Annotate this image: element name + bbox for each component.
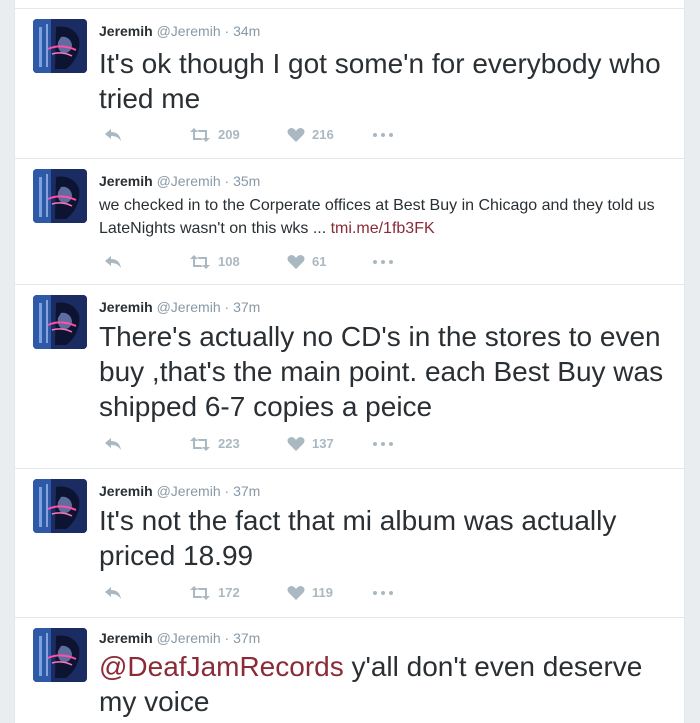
more-icon — [372, 589, 394, 597]
tweet-header: Jeremih @Jeremih · 37m — [99, 482, 260, 500]
profile-avatar[interactable] — [33, 479, 87, 533]
tweet-actions: 108 61 — [99, 251, 429, 273]
tweet-header: Jeremih @Jeremih · 37m — [99, 298, 260, 316]
like-button[interactable]: 119 — [287, 582, 333, 604]
retweet-icon — [189, 585, 211, 601]
tweet-time[interactable]: 35m — [233, 173, 260, 189]
reply-button[interactable] — [103, 582, 123, 604]
tweet-header: Jeremih @Jeremih · 37m — [99, 629, 260, 647]
profile-avatar[interactable] — [33, 628, 87, 682]
timeline: Jeremih @Jeremih · 34m It's ok though I … — [14, 0, 685, 723]
tweet-text-content: There's actually no CD's in the stores t… — [99, 321, 664, 422]
meta-separator: · — [224, 23, 230, 39]
heart-icon — [287, 585, 305, 601]
reply-icon — [103, 585, 123, 601]
tweet[interactable]: Jeremih @Jeremih · 37m @DeafJamRecords y… — [15, 618, 684, 723]
tweet-time[interactable]: 37m — [233, 299, 260, 315]
retweet-count: 172 — [218, 585, 240, 600]
tweet-text: It's ok though I got some'n for everybod… — [99, 46, 669, 116]
reply-icon — [103, 254, 123, 270]
profile-avatar[interactable] — [33, 169, 87, 223]
tweet-text-content: It's not the fact that mi album was actu… — [99, 505, 617, 571]
tweet-actions: 172 119 — [99, 582, 429, 604]
reply-button[interactable] — [103, 124, 123, 146]
tweet-text: It's not the fact that mi album was actu… — [99, 503, 669, 573]
more-button[interactable] — [372, 124, 394, 146]
retweet-count: 223 — [218, 436, 240, 451]
reply-icon — [103, 127, 123, 143]
more-icon — [372, 131, 394, 139]
author-handle[interactable]: @Jeremih — [157, 299, 221, 315]
tweet-header: Jeremih @Jeremih · 34m — [99, 22, 260, 40]
heart-icon — [287, 127, 305, 143]
author-name[interactable]: Jeremih — [99, 299, 153, 315]
author-handle[interactable]: @Jeremih — [157, 173, 221, 189]
retweet-button[interactable]: 108 — [189, 251, 240, 273]
more-button[interactable] — [372, 433, 394, 455]
tweet-time[interactable]: 37m — [233, 483, 260, 499]
author-name[interactable]: Jeremih — [99, 630, 153, 646]
reply-button[interactable] — [103, 433, 123, 455]
mention-link[interactable]: @DeafJamRecords — [99, 651, 344, 682]
author-handle[interactable]: @Jeremih — [157, 483, 221, 499]
profile-avatar[interactable] — [33, 19, 87, 73]
retweet-count: 108 — [218, 254, 240, 269]
author-name[interactable]: Jeremih — [99, 173, 153, 189]
profile-avatar[interactable] — [33, 295, 87, 349]
retweet-icon — [189, 254, 211, 270]
like-count: 137 — [312, 436, 334, 451]
tweet-link[interactable]: tmi.me/1fb3FK — [331, 220, 435, 237]
author-handle[interactable]: @Jeremih — [157, 630, 221, 646]
retweet-count: 209 — [218, 127, 240, 142]
meta-separator: · — [224, 299, 230, 315]
meta-separator: · — [224, 173, 230, 189]
reply-icon — [103, 436, 123, 452]
heart-icon — [287, 254, 305, 270]
more-button[interactable] — [372, 582, 394, 604]
reply-button[interactable] — [103, 251, 123, 273]
heart-icon — [287, 436, 305, 452]
tweet-text: There's actually no CD's in the stores t… — [99, 319, 669, 424]
more-icon — [372, 440, 394, 448]
like-count: 119 — [312, 585, 333, 600]
like-count: 216 — [312, 127, 334, 142]
author-name[interactable]: Jeremih — [99, 23, 153, 39]
tweet-text-content: It's ok though I got some'n for everybod… — [99, 48, 661, 114]
tweet[interactable]: Jeremih @Jeremih · 37m It's not the fact… — [15, 469, 684, 618]
tweet-time[interactable]: 34m — [233, 23, 260, 39]
tweet-time[interactable]: 37m — [233, 630, 260, 646]
like-button[interactable]: 61 — [287, 251, 326, 273]
retweet-button[interactable]: 172 — [189, 582, 240, 604]
tweet-header: Jeremih @Jeremih · 35m — [99, 172, 260, 190]
tweet-text: @DeafJamRecords y'all don't even deserve… — [99, 649, 669, 719]
tweet-actions: 209 216 — [99, 124, 429, 146]
retweet-icon — [189, 127, 211, 143]
tweet-actions: 223 137 — [99, 433, 429, 455]
tweet[interactable]: Jeremih @Jeremih · 37m There's actually … — [15, 285, 684, 469]
tweet-text: we checked in to the Corperate offices a… — [99, 194, 669, 240]
like-button[interactable]: 137 — [287, 433, 334, 455]
author-handle[interactable]: @Jeremih — [157, 23, 221, 39]
more-icon — [372, 258, 394, 266]
like-count: 61 — [312, 254, 327, 269]
meta-separator: · — [224, 630, 230, 646]
tweet[interactable]: Jeremih @Jeremih · 34m It's ok though I … — [15, 9, 684, 159]
retweet-icon — [189, 436, 211, 452]
retweet-button[interactable]: 209 — [189, 124, 240, 146]
retweet-button[interactable]: 223 — [189, 433, 240, 455]
like-button[interactable]: 216 — [287, 124, 334, 146]
more-button[interactable] — [372, 251, 394, 273]
meta-separator: · — [224, 483, 230, 499]
author-name[interactable]: Jeremih — [99, 483, 153, 499]
tweet[interactable]: Jeremih @Jeremih · 35m we checked in to … — [15, 159, 684, 285]
